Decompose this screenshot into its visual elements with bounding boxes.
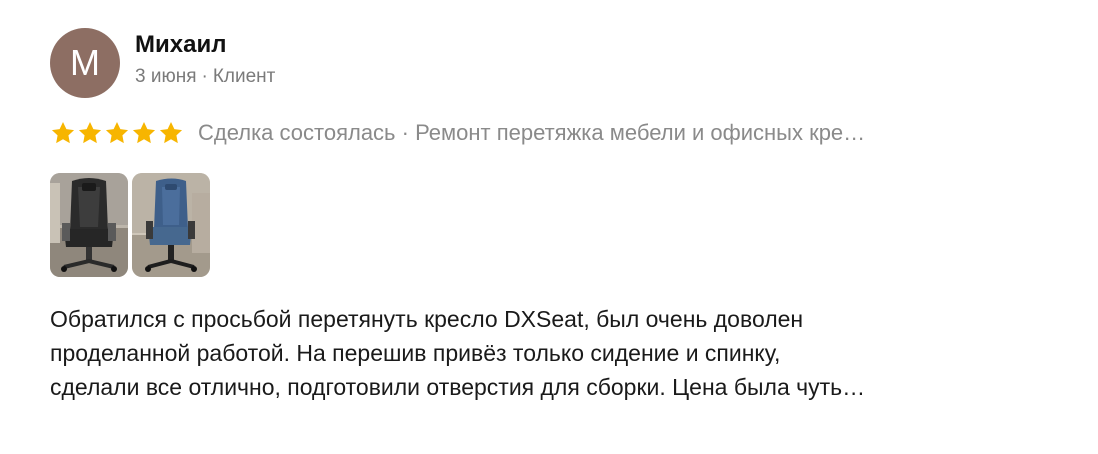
author-role: Клиент bbox=[212, 66, 276, 87]
deal-info[interactable]: Сделка состоялась · Ремонт перетяжка меб… bbox=[198, 118, 865, 148]
author-block: Михаил 3 июня · Клиент bbox=[135, 31, 275, 90]
review-text-line: Обратился с просьбой перетянуть кресло D… bbox=[50, 306, 804, 332]
review-text[interactable]: Обратился с просьбой перетянуть кресло D… bbox=[50, 302, 1020, 404]
photo-gallery bbox=[50, 173, 1050, 277]
avatar[interactable]: M bbox=[50, 28, 120, 98]
star-icon bbox=[132, 121, 156, 144]
blue-gaming-chair-photo[interactable] bbox=[132, 173, 210, 277]
star-icon bbox=[105, 121, 129, 144]
review-card: M Михаил 3 июня · Клиент Сделка состоялась… bbox=[50, 28, 1050, 404]
review-text-line: проделанной работой. На перешив привёз т… bbox=[50, 340, 781, 366]
review-date: 3 июня bbox=[135, 66, 197, 87]
review-text-line: сделали все отлично, подготовили отверст… bbox=[50, 374, 866, 400]
star-icon bbox=[51, 121, 75, 144]
rating-row: Сделка состоялась · Ремонт перетяжка меб… bbox=[50, 118, 1050, 148]
review-header: M Михаил 3 июня · Клиент bbox=[50, 28, 1050, 98]
star-icon bbox=[78, 121, 102, 144]
star-icon bbox=[159, 121, 183, 144]
meta-separator: · bbox=[201, 66, 208, 87]
review-meta: 3 июня · Клиент bbox=[135, 64, 275, 90]
black-gaming-chair-photo[interactable] bbox=[50, 173, 128, 277]
author-name[interactable]: Михаил bbox=[135, 30, 275, 60]
star-rating bbox=[50, 120, 184, 146]
